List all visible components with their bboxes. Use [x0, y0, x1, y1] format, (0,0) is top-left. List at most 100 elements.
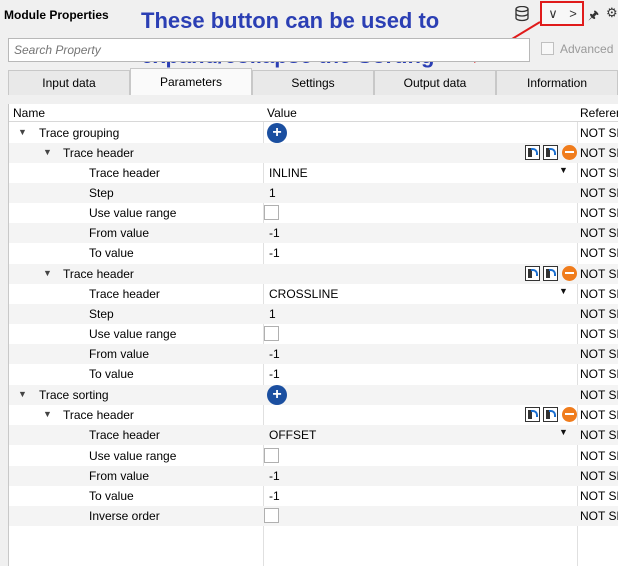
from-value[interactable]: -1: [269, 226, 280, 240]
collapse-all-button[interactable]: ∨: [544, 6, 562, 22]
remove-icon[interactable]: [562, 266, 577, 281]
property-name: From value: [89, 226, 150, 240]
property-name: From value: [89, 469, 150, 483]
row-trace-header-group[interactable]: ▼ Trace header NOT SET: [9, 143, 618, 163]
row-from-value[interactable]: From value -1 NOT SET: [9, 344, 618, 364]
reference-value: NOT SET: [580, 347, 618, 361]
use-value-range-checkbox[interactable]: [264, 205, 279, 220]
row-use-value-range[interactable]: Use value range NOT SET: [9, 446, 618, 466]
reference-value: NOT SET: [580, 146, 618, 160]
advanced-label: Advanced: [560, 42, 614, 56]
row-actions: [525, 265, 577, 283]
move-down-icon[interactable]: [543, 145, 558, 160]
property-name: Use value range: [89, 449, 177, 463]
reference-value: NOT SET: [580, 307, 618, 321]
step-value[interactable]: 1: [269, 307, 276, 321]
collapse-arrow-icon[interactable]: ▼: [43, 147, 52, 157]
title-bar: Module Properties These button can be us…: [0, 0, 618, 68]
use-value-range-checkbox[interactable]: [264, 326, 279, 341]
column-header-reference[interactable]: Referen: [580, 106, 618, 120]
row-trace-grouping[interactable]: ▼ Trace grouping + NOT SET: [9, 123, 618, 143]
use-value-range-checkbox[interactable]: [264, 448, 279, 463]
move-up-icon[interactable]: [525, 145, 540, 160]
row-use-value-range[interactable]: Use value range NOT SET: [9, 324, 618, 344]
row-step[interactable]: Step 1 NOT SET: [9, 183, 618, 203]
property-name: Trace header: [89, 428, 160, 442]
tab-information[interactable]: Information: [496, 70, 618, 95]
reference-value: NOT SET: [580, 408, 618, 422]
reference-value: NOT SET: [580, 327, 618, 341]
dropdown-arrow-icon[interactable]: ▼: [559, 165, 568, 175]
step-value[interactable]: 1: [269, 186, 276, 200]
to-value[interactable]: -1: [269, 367, 280, 381]
row-trace-sorting[interactable]: ▼ Trace sorting + NOT SET: [9, 385, 618, 405]
expand-all-button[interactable]: >: [564, 6, 582, 22]
move-down-icon[interactable]: [543, 266, 558, 281]
from-value[interactable]: -1: [269, 347, 280, 361]
reference-value: NOT SET: [580, 469, 618, 483]
property-name: From value: [89, 347, 150, 361]
move-up-icon[interactable]: [525, 266, 540, 281]
header-select-value[interactable]: OFFSET: [269, 428, 316, 442]
inverse-order-checkbox[interactable]: [264, 508, 279, 523]
window-title: Module Properties: [4, 8, 109, 22]
collapse-arrow-icon[interactable]: ▼: [43, 409, 52, 419]
row-use-value-range[interactable]: Use value range NOT SET: [9, 203, 618, 223]
settings-icon[interactable]: ⚙: [606, 5, 618, 21]
from-value[interactable]: -1: [269, 469, 280, 483]
remove-icon[interactable]: [562, 145, 577, 160]
row-trace-header[interactable]: Trace header CROSSLINE ▼ NOT SET: [9, 284, 618, 304]
row-trace-header[interactable]: Trace header OFFSET ▼ NOT SET: [9, 425, 618, 445]
pin-icon[interactable]: 🖈: [588, 6, 599, 27]
reference-value: NOT SET: [580, 126, 618, 140]
row-to-value[interactable]: To value -1 NOT SET: [9, 243, 618, 263]
reference-value: NOT SET: [580, 388, 618, 402]
property-name: Trace header: [63, 267, 134, 281]
property-name: To value: [89, 489, 134, 503]
property-name: Step: [89, 186, 114, 200]
row-inverse-order[interactable]: Inverse order NOT SET: [9, 506, 618, 526]
reference-value: NOT SET: [580, 287, 618, 301]
header-select-value[interactable]: CROSSLINE: [269, 287, 338, 301]
row-to-value[interactable]: To value -1 NOT SET: [9, 486, 618, 506]
row-from-value[interactable]: From value -1 NOT SET: [9, 466, 618, 486]
tab-input-data[interactable]: Input data: [8, 70, 130, 95]
reference-value: NOT SET: [580, 186, 618, 200]
reference-value: NOT SET: [580, 509, 618, 523]
search-property-input[interactable]: [8, 38, 530, 62]
tab-parameters[interactable]: Parameters: [130, 68, 252, 95]
move-up-icon[interactable]: [525, 407, 540, 422]
to-value[interactable]: -1: [269, 489, 280, 503]
tab-bar: Input data Parameters Settings Output da…: [8, 68, 618, 96]
collapse-arrow-icon[interactable]: ▼: [43, 268, 52, 278]
row-trace-header-group[interactable]: ▼ Trace header NOT SET: [9, 405, 618, 425]
dropdown-arrow-icon[interactable]: ▼: [559, 427, 568, 437]
to-value[interactable]: -1: [269, 246, 280, 260]
tab-output-data[interactable]: Output data: [374, 70, 496, 95]
grid-header: Name Value Referen: [9, 104, 618, 122]
property-name: Step: [89, 307, 114, 321]
database-icon[interactable]: [515, 6, 529, 22]
advanced-checkbox[interactable]: [541, 42, 554, 55]
property-name: To value: [89, 367, 134, 381]
row-trace-header-group[interactable]: ▼ Trace header NOT SET: [9, 264, 618, 284]
column-header-value[interactable]: Value: [267, 106, 297, 120]
reference-value: NOT SET: [580, 166, 618, 180]
column-header-name[interactable]: Name: [13, 106, 45, 120]
reference-value: NOT SET: [580, 428, 618, 442]
remove-icon[interactable]: [562, 407, 577, 422]
dropdown-arrow-icon[interactable]: ▼: [559, 286, 568, 296]
property-name: Trace grouping: [39, 126, 120, 140]
row-to-value[interactable]: To value -1 NOT SET: [9, 364, 618, 384]
collapse-arrow-icon[interactable]: ▼: [18, 389, 27, 399]
move-down-icon[interactable]: [543, 407, 558, 422]
add-icon[interactable]: +: [267, 385, 287, 405]
reference-value: NOT SET: [580, 449, 618, 463]
row-from-value[interactable]: From value -1 NOT SET: [9, 223, 618, 243]
row-step[interactable]: Step 1 NOT SET: [9, 304, 618, 324]
add-icon[interactable]: +: [267, 123, 287, 143]
header-select-value[interactable]: INLINE: [269, 166, 308, 180]
collapse-arrow-icon[interactable]: ▼: [18, 127, 27, 137]
row-trace-header[interactable]: Trace header INLINE ▼ NOT SET: [9, 163, 618, 183]
tab-settings[interactable]: Settings: [252, 70, 374, 95]
